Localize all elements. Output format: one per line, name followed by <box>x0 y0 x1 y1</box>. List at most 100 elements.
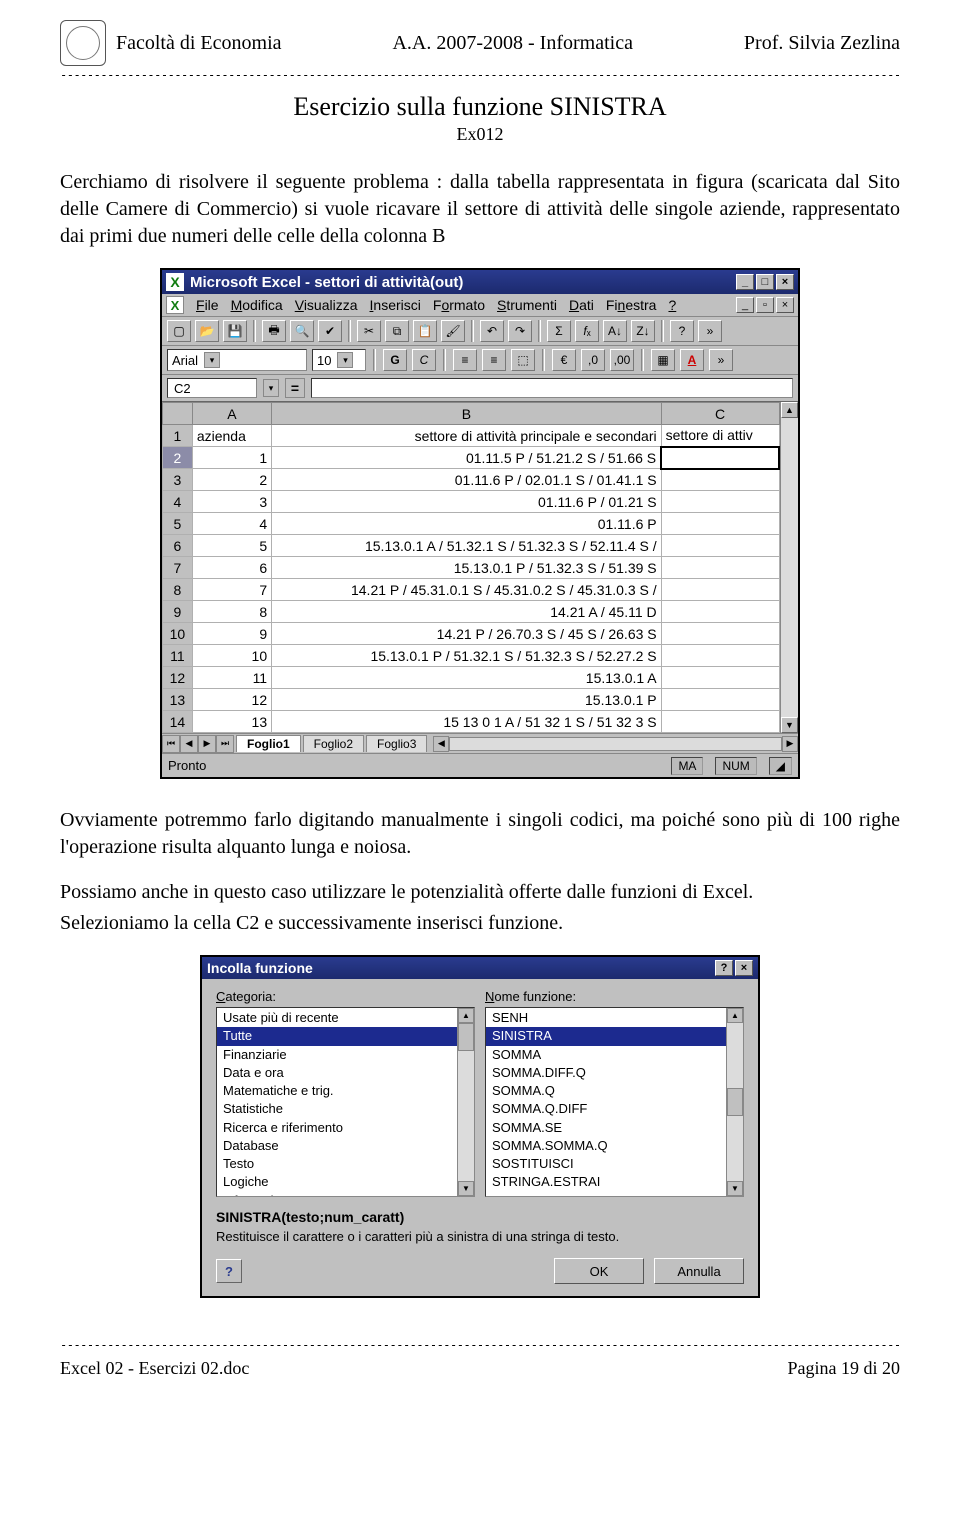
menu-dati[interactable]: Dati <box>569 297 594 313</box>
format-toolbar-more-icon[interactable]: » <box>709 349 733 371</box>
new-icon[interactable]: ▢ <box>167 320 191 342</box>
column-header-c[interactable]: C <box>661 403 779 425</box>
save-icon[interactable]: 💾 <box>223 320 247 342</box>
listbox-scrollbar[interactable]: ▲ ▼ <box>726 1008 743 1196</box>
function-listbox[interactable]: SENH SINISTRA SOMMA SOMMA.DIFF.Q SOMMA.Q… <box>485 1007 744 1197</box>
workbook-icon[interactable]: X <box>166 296 184 314</box>
align-center-icon[interactable]: ≡ <box>482 349 506 371</box>
listbox-scrollbar[interactable]: ▲ ▼ <box>457 1008 474 1196</box>
minimize-button[interactable]: _ <box>736 274 754 290</box>
name-box-dropdown-icon[interactable]: ▾ <box>263 379 279 397</box>
menu-file[interactable]: File <box>196 297 219 313</box>
scroll-down-icon[interactable]: ▼ <box>781 717 798 733</box>
list-item[interactable]: Statistiche <box>217 1100 457 1118</box>
scroll-up-icon[interactable]: ▲ <box>458 1008 474 1023</box>
list-item[interactable]: SOMMA.DIFF.Q <box>486 1064 726 1082</box>
category-listbox[interactable]: Usate più di recente Tutte Finanziarie D… <box>216 1007 475 1197</box>
paste-icon[interactable]: 📋 <box>413 320 437 342</box>
name-box[interactable]: C2 <box>167 378 257 398</box>
menu-formato[interactable]: Formato <box>433 297 485 313</box>
list-item[interactable]: Data e ora <box>217 1064 457 1082</box>
select-all-corner[interactable] <box>163 403 193 425</box>
row-header[interactable]: 1 <box>163 425 193 447</box>
list-item[interactable]: SOSTITUISCI <box>486 1155 726 1173</box>
dialog-close-button[interactable]: × <box>735 960 753 976</box>
list-item[interactable]: SOMMA.SE <box>486 1119 726 1137</box>
cell[interactable]: settore di attività principale e seconda… <box>272 425 662 447</box>
list-item[interactable]: SUBTOTALE <box>486 1192 726 1197</box>
menu-finestra[interactable]: Finestra <box>606 297 657 313</box>
font-color-icon[interactable]: A <box>680 349 704 371</box>
tab-next-icon[interactable]: ▶ <box>198 735 216 753</box>
cell[interactable]: settore di attiv <box>661 425 779 447</box>
worksheet-grid[interactable]: A B C 1 azienda settore di attività prin… <box>162 402 798 733</box>
formula-equals-button[interactable]: = <box>285 378 305 398</box>
sheet-tab-foglio2[interactable]: Foglio2 <box>303 735 364 752</box>
list-item-selected[interactable]: SINISTRA <box>486 1027 726 1045</box>
print-icon[interactable]: 🖶 <box>262 320 286 342</box>
ok-button[interactable]: OK <box>554 1258 644 1284</box>
list-item[interactable]: SENH <box>486 1009 726 1027</box>
list-item[interactable]: Ricerca e riferimento <box>217 1119 457 1137</box>
list-item[interactable]: Informative <box>217 1192 457 1197</box>
selected-cell[interactable] <box>661 447 779 469</box>
row-header[interactable]: 2 <box>163 447 193 469</box>
maximize-button[interactable]: □ <box>756 274 774 290</box>
list-item[interactable]: SOMMA.Q.DIFF <box>486 1100 726 1118</box>
sort-desc-icon[interactable]: Z↓ <box>631 320 655 342</box>
menu-inserisci[interactable]: Inserisci <box>370 297 421 313</box>
cancel-button[interactable]: Annulla <box>654 1258 744 1284</box>
column-header-b[interactable]: B <box>272 403 662 425</box>
horizontal-scrollbar[interactable]: ◀ ▶ <box>433 736 798 752</box>
spellcheck-icon[interactable]: ✔ <box>318 320 342 342</box>
mdi-restore-button[interactable]: ▫ <box>756 297 774 313</box>
currency-icon[interactable]: € <box>552 349 576 371</box>
merge-center-icon[interactable]: ⬚ <box>511 349 535 371</box>
borders-icon[interactable]: ▦ <box>651 349 675 371</box>
scroll-down-icon[interactable]: ▼ <box>727 1181 743 1196</box>
cell[interactable]: azienda <box>192 425 271 447</box>
resize-grip-icon[interactable]: ◢ <box>769 757 792 775</box>
dialog-help-button[interactable]: ? <box>715 960 733 976</box>
vertical-scrollbar[interactable]: ▲ ▼ <box>780 402 798 733</box>
scroll-up-icon[interactable]: ▲ <box>781 402 798 418</box>
preview-icon[interactable]: 🔍 <box>290 320 314 342</box>
scroll-up-icon[interactable]: ▲ <box>727 1008 743 1023</box>
formula-input[interactable] <box>311 378 793 398</box>
menu-help[interactable]: ? <box>668 297 676 313</box>
tab-last-icon[interactable]: ⏭ <box>216 735 234 753</box>
autosum-icon[interactable]: Σ <box>547 320 571 342</box>
close-button[interactable]: × <box>776 274 794 290</box>
chevron-down-icon[interactable]: ▾ <box>204 352 220 368</box>
copy-icon[interactable]: ⧉ <box>385 320 409 342</box>
format-painter-icon[interactable]: 🖌 <box>441 320 465 342</box>
menu-visualizza[interactable]: Visualizza <box>295 297 358 313</box>
chevron-down-icon[interactable]: ▾ <box>337 352 353 368</box>
font-name-combo[interactable]: Arial▾ <box>167 349 307 371</box>
menu-modifica[interactable]: Modifica <box>231 297 283 313</box>
list-item[interactable]: SOMMA.Q <box>486 1082 726 1100</box>
mdi-minimize-button[interactable]: _ <box>736 297 754 313</box>
increase-decimal-icon[interactable]: ,0 <box>581 349 605 371</box>
list-item[interactable]: SOMMA.SOMMA.Q <box>486 1137 726 1155</box>
cell[interactable]: 01.11.5 P / 51.21.2 S / 51.66 S <box>272 447 662 469</box>
redo-icon[interactable]: ↷ <box>508 320 532 342</box>
cut-icon[interactable]: ✂ <box>357 320 381 342</box>
column-header-a[interactable]: A <box>192 403 271 425</box>
align-left-icon[interactable]: ≡ <box>453 349 477 371</box>
list-item-selected[interactable]: Tutte <box>217 1027 457 1045</box>
list-item[interactable]: SOMMA <box>486 1046 726 1064</box>
menu-strumenti[interactable]: Strumenti <box>497 297 557 313</box>
sheet-tab-foglio3[interactable]: Foglio3 <box>366 735 427 752</box>
italic-icon[interactable]: C <box>412 349 436 371</box>
help-icon[interactable]: ? <box>670 320 694 342</box>
scroll-left-icon[interactable]: ◀ <box>433 736 449 752</box>
list-item[interactable]: Testo <box>217 1155 457 1173</box>
list-item[interactable]: Database <box>217 1137 457 1155</box>
function-icon[interactable]: fₓ <box>575 320 599 342</box>
bold-icon[interactable]: G <box>383 349 407 371</box>
tab-prev-icon[interactable]: ◀ <box>180 735 198 753</box>
font-size-combo[interactable]: 10▾ <box>312 349 366 371</box>
undo-icon[interactable]: ↶ <box>480 320 504 342</box>
list-item[interactable]: Finanziarie <box>217 1046 457 1064</box>
